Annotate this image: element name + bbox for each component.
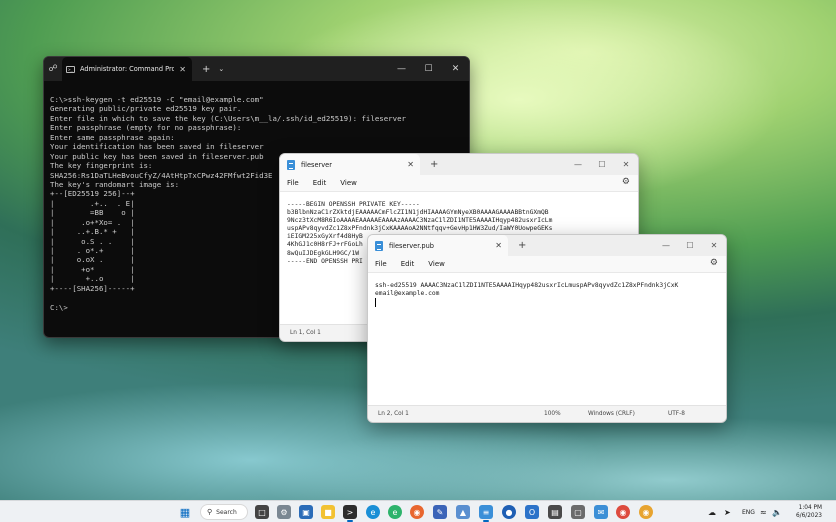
chevron-down-icon[interactable]: ⌄ bbox=[218, 65, 224, 73]
edge-dev-icon[interactable]: e bbox=[388, 505, 402, 519]
terminal-line: C:\>ssh-keygen -t ed25519 -C "email@exam… bbox=[50, 95, 264, 104]
menu-view[interactable]: View bbox=[428, 260, 445, 268]
clock[interactable]: 1:04 PM 6/6/2023 bbox=[790, 504, 822, 520]
terminal-tab[interactable]: >_ Administrator: Command Pro ✕ bbox=[62, 57, 192, 81]
gear-icon[interactable]: ⚙ bbox=[622, 177, 630, 187]
settings-icon[interactable]: ⚙ bbox=[277, 505, 291, 519]
status-bar: Ln 2, Col 1 100% Windows (CRLF) UTF-8 bbox=[368, 405, 726, 422]
menu-view[interactable]: View bbox=[340, 179, 357, 187]
close-button[interactable]: ✕ bbox=[442, 57, 469, 81]
status-cursor-position: Ln 2, Col 1 bbox=[378, 411, 409, 417]
clock-date: 6/6/2023 bbox=[795, 513, 822, 519]
close-tab-icon[interactable]: ✕ bbox=[179, 65, 186, 74]
notepad-tab[interactable]: fileserver.pub ✕ bbox=[368, 235, 508, 256]
cloud-icon[interactable]: ☁ bbox=[708, 501, 716, 522]
menu-edit[interactable]: Edit bbox=[401, 260, 415, 268]
close-tab-icon[interactable]: ✕ bbox=[407, 160, 414, 169]
status-cursor-position: Ln 1, Col 1 bbox=[290, 330, 321, 336]
app-icon[interactable]: ▢ bbox=[571, 505, 585, 519]
menu-file[interactable]: File bbox=[287, 179, 299, 187]
wifi-icon[interactable]: ≈ bbox=[760, 501, 767, 522]
chrome-icon[interactable]: ◉ bbox=[616, 505, 630, 519]
close-button[interactable]: ✕ bbox=[614, 154, 638, 175]
calculator-icon[interactable]: ▤ bbox=[548, 505, 562, 519]
outlook-icon[interactable]: O bbox=[525, 505, 539, 519]
close-tab-icon[interactable]: ✕ bbox=[495, 241, 502, 250]
search-icon: ⚲ bbox=[207, 508, 213, 516]
notepad-editor[interactable]: ssh-ed25519 AAAAC3NzaC1lZDI1NTE5AAAAIHqy… bbox=[368, 272, 726, 395]
start-icon[interactable]: ▦ bbox=[178, 505, 192, 519]
notepad-menubar: File Edit View ⚙ bbox=[368, 256, 726, 272]
new-tab-button[interactable]: + bbox=[430, 159, 438, 170]
language-indicator[interactable]: ENG bbox=[742, 501, 755, 522]
minimize-button[interactable]: — bbox=[566, 154, 590, 175]
notepad-tab[interactable]: fileserver ✕ bbox=[280, 154, 420, 175]
menu-edit[interactable]: Edit bbox=[313, 179, 327, 187]
terminal-icon[interactable]: > bbox=[343, 505, 357, 519]
clock-time: 1:04 PM bbox=[798, 505, 822, 511]
new-tab-button[interactable]: + bbox=[518, 240, 526, 251]
store-icon[interactable]: ▣ bbox=[299, 505, 313, 519]
text-caret bbox=[375, 298, 376, 308]
notepad-menubar: File Edit View ⚙ bbox=[280, 175, 638, 191]
maximize-button[interactable]: ☐ bbox=[590, 154, 614, 175]
terminal-line: Enter file in which to save the key (C:\… bbox=[50, 113, 406, 123]
mail-icon[interactable]: ✉ bbox=[594, 505, 608, 519]
notepad-titlebar[interactable]: fileserver.pub ✕ + — ☐ ✕ bbox=[368, 235, 726, 256]
maximize-button[interactable]: ☐ bbox=[415, 57, 442, 81]
notepad-tab-title: fileserver.pub bbox=[389, 241, 434, 250]
gear-icon[interactable]: ⚙ bbox=[710, 258, 718, 268]
firefox-icon[interactable]: ◉ bbox=[410, 505, 424, 519]
editor-line: uspAPv8qyvdZc1Z8xPFndnk3jCxKAAAAoA2NNtfq… bbox=[287, 225, 553, 233]
notepad-window-fileserver-pub[interactable]: fileserver.pub ✕ + — ☐ ✕ File Edit View … bbox=[367, 234, 727, 423]
volume-icon[interactable]: 🔈 bbox=[772, 501, 782, 522]
paint-icon[interactable]: ✎ bbox=[433, 505, 447, 519]
search-box[interactable]: ⚲ Search bbox=[200, 504, 248, 520]
maximize-button[interactable]: ☐ bbox=[678, 235, 702, 256]
terminal-line: Enter same passphrase again: bbox=[50, 132, 175, 142]
search-label: Search bbox=[216, 508, 237, 516]
minimize-button[interactable]: — bbox=[654, 235, 678, 256]
vpn-icon[interactable]: ● bbox=[502, 505, 516, 519]
notepad-icon bbox=[375, 240, 383, 251]
notepad-icon bbox=[287, 159, 295, 170]
notepad-tab-title: fileserver bbox=[301, 160, 332, 169]
editor-caret-line bbox=[375, 298, 726, 308]
editor-line: -----BEGIN OPENSSH PRIVATE KEY----- bbox=[287, 201, 420, 208]
task-view-icon[interactable]: □ bbox=[255, 505, 269, 519]
editor-line: ssh-ed25519 AAAAC3NzaC1lZDI1NTE5AAAAIHqy… bbox=[375, 282, 679, 289]
editor-line: 9Ncz3tXcM8R6IoAAAAEAAAAAEAAAAzAAAAC3NzaC… bbox=[287, 217, 553, 225]
menu-file[interactable]: File bbox=[375, 260, 387, 268]
send-icon[interactable]: ➤ bbox=[724, 501, 731, 522]
status-encoding[interactable]: UTF-8 bbox=[668, 411, 685, 417]
terminal-line: Enter passphrase (empty for no passphras… bbox=[50, 123, 242, 133]
command-prompt-icon: >_ bbox=[66, 65, 75, 73]
status-zoom[interactable]: 100% bbox=[544, 411, 561, 417]
taskbar: ▦ ⚲ Search □ ⚙ ▣ ■ > e e ◉ ✎ ▲ ≡ ● O ▤ ▢… bbox=[0, 500, 836, 522]
status-line-ending[interactable]: Windows (CRLF) bbox=[588, 411, 635, 417]
edge-icon[interactable]: e bbox=[366, 505, 380, 519]
notepad-titlebar[interactable]: fileserver ✕ + — ☐ ✕ bbox=[280, 154, 638, 175]
editor-line: email@example.com bbox=[375, 290, 440, 298]
photos-icon[interactable]: ▲ bbox=[456, 505, 470, 519]
editor-line: b3BlbnNzaC1rZXktdjEAAAAACmFlcZI1N1jdHIAA… bbox=[287, 209, 549, 217]
terminal-titlebar[interactable]: ☍ >_ Administrator: Command Pro ✕ + ⌄ — … bbox=[44, 57, 469, 81]
minimize-button[interactable]: — bbox=[388, 57, 415, 81]
chrome-canary-icon[interactable]: ◉ bbox=[639, 505, 653, 519]
terminal-line: Generating public/private ed25519 key pa… bbox=[50, 104, 242, 114]
close-button[interactable]: ✕ bbox=[702, 235, 726, 256]
terminal-line: Your identification has been saved in fi… bbox=[50, 142, 264, 152]
file-explorer-icon[interactable]: ■ bbox=[321, 505, 335, 519]
notepad-icon[interactable]: ≡ bbox=[479, 505, 493, 519]
new-tab-button[interactable]: + bbox=[202, 64, 210, 75]
terminal-tab-title: Administrator: Command Pro bbox=[80, 65, 175, 73]
admin-shield-icon: ☍ bbox=[48, 64, 58, 74]
